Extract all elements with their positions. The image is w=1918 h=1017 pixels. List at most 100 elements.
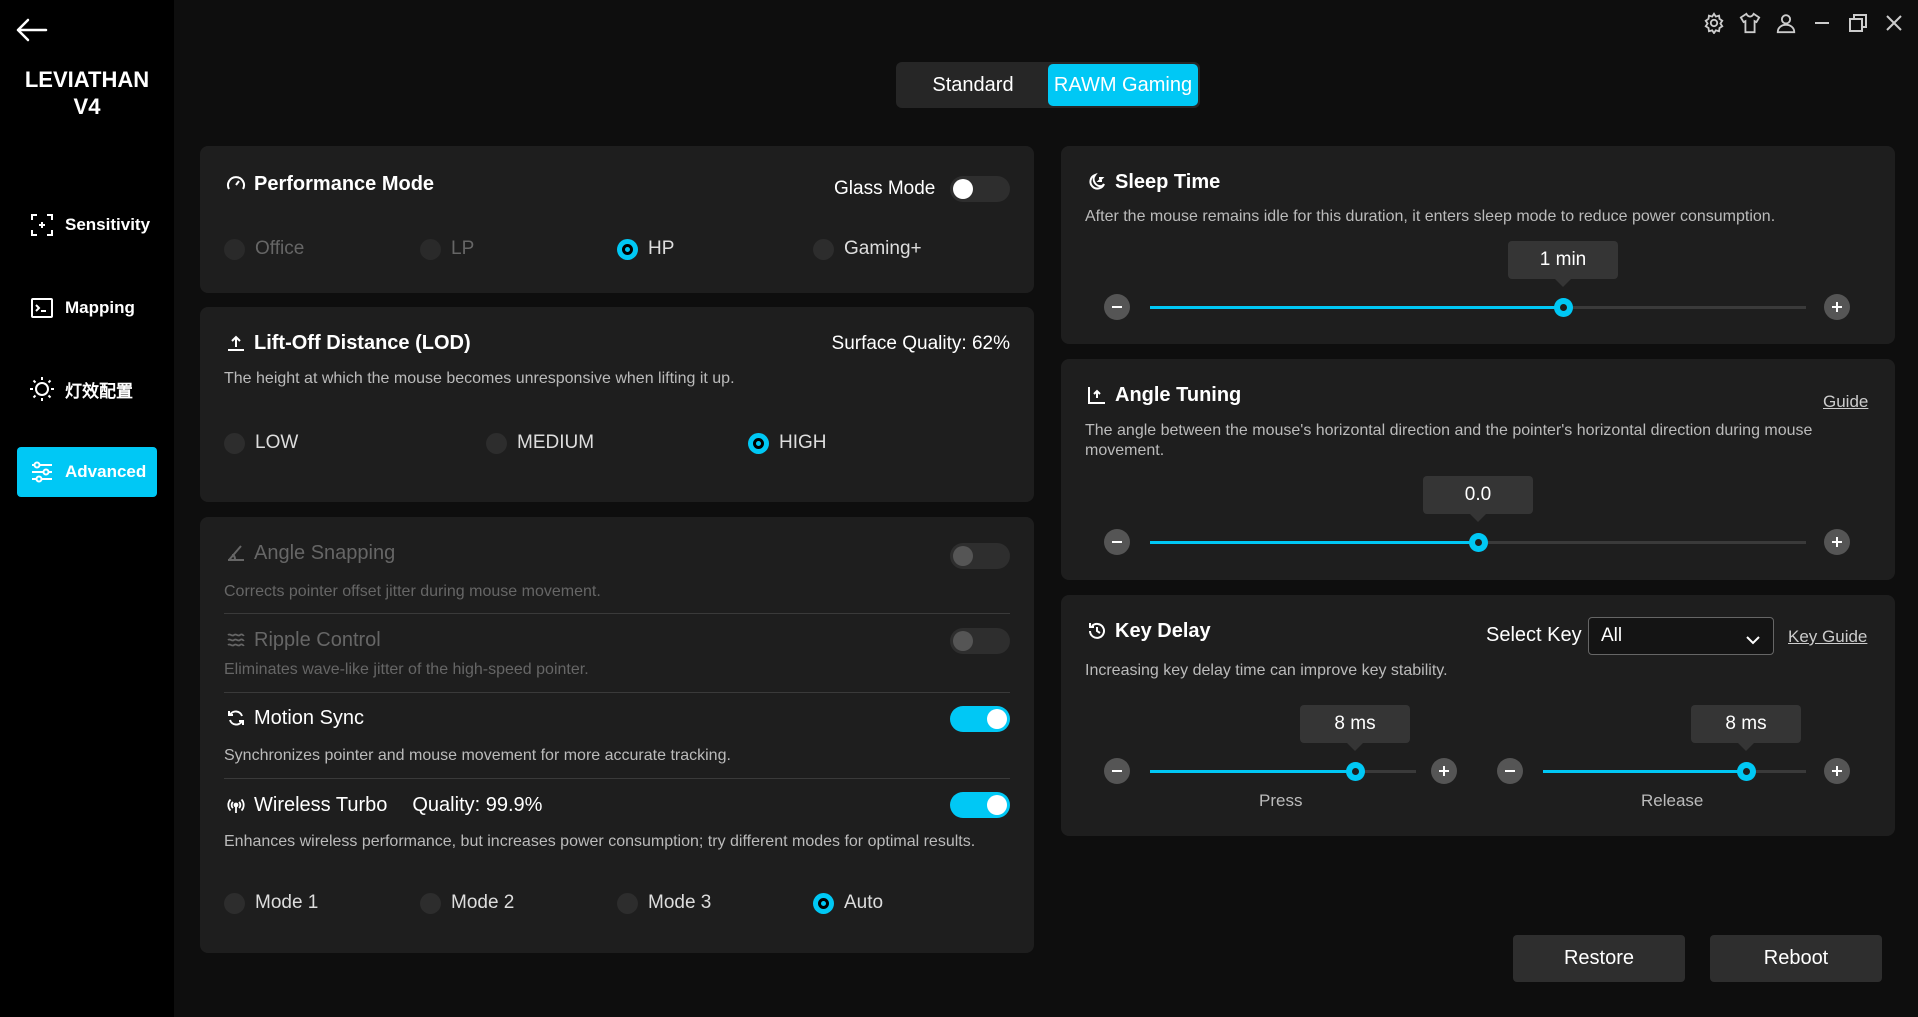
nav-label: 灯效配置 bbox=[65, 381, 133, 401]
angle-tuning-card: Angle Tuning Guide The angle between the… bbox=[1061, 359, 1895, 580]
settings-icon[interactable] bbox=[1701, 10, 1727, 36]
select-key-dropdown[interactable]: All bbox=[1588, 617, 1774, 655]
nav-item-sensitivity[interactable]: Sensitivity bbox=[17, 200, 157, 250]
slider-fill bbox=[1150, 770, 1355, 773]
radio-hp[interactable]: HP bbox=[617, 238, 674, 260]
lighting-icon bbox=[29, 376, 55, 402]
nav-item-advanced[interactable]: Advanced bbox=[17, 447, 157, 497]
ripple-control-description: Eliminates wave-like jitter of the high-… bbox=[224, 661, 589, 678]
sleep-time-title: Sleep Time bbox=[1085, 170, 1220, 194]
radio-auto[interactable]: Auto bbox=[813, 892, 883, 914]
radio-label: Office bbox=[255, 238, 305, 259]
release-plus-button[interactable] bbox=[1824, 758, 1850, 784]
radio-mode-2[interactable]: Mode 2 bbox=[420, 892, 514, 914]
key-guide-link[interactable]: Key Guide bbox=[1788, 627, 1867, 647]
glass-mode-label: Glass Mode bbox=[834, 178, 936, 199]
angle-snapping-label: Angle Snapping bbox=[254, 541, 396, 564]
nav-item-lighting[interactable]: 灯效配置 bbox=[17, 364, 157, 414]
sync-icon bbox=[224, 706, 248, 730]
guide-link[interactable]: Guide bbox=[1823, 392, 1868, 412]
wave-icon bbox=[224, 628, 248, 652]
brand-line1: LEVIATHAN bbox=[24, 67, 150, 92]
angle-tuning-slider[interactable]: 0.0 bbox=[1150, 476, 1806, 552]
close-icon[interactable] bbox=[1881, 10, 1907, 36]
radio-low[interactable]: LOW bbox=[224, 432, 298, 454]
ripple-control-label: Ripple Control bbox=[254, 628, 381, 651]
lod-label: Lift-Off Distance (LOD) bbox=[254, 331, 471, 354]
surface-quality: Surface Quality: 62% bbox=[831, 333, 1010, 354]
tab-rawm-gaming[interactable]: RAWM Gaming bbox=[1048, 64, 1198, 106]
brand-line2: V4 bbox=[73, 94, 101, 119]
minus-button[interactable] bbox=[1104, 529, 1130, 555]
advanced-icon bbox=[29, 459, 55, 485]
performance-mode-title: Performance Mode bbox=[224, 172, 434, 196]
wireless-turbo-title: Wireless Turbo Quality: 99.9% bbox=[224, 793, 542, 817]
restore-window-icon[interactable] bbox=[1845, 10, 1871, 36]
ripple-control-toggle[interactable] bbox=[950, 628, 1010, 654]
press-plus-button[interactable] bbox=[1431, 758, 1457, 784]
minus-button[interactable] bbox=[1104, 294, 1130, 320]
restore-button[interactable]: Restore bbox=[1513, 935, 1685, 982]
radio-high[interactable]: HIGH bbox=[748, 432, 827, 454]
key-delay-title: Key Delay bbox=[1085, 619, 1211, 643]
plus-button[interactable] bbox=[1824, 529, 1850, 555]
motion-sync-description: Synchronizes pointer and mouse movement … bbox=[224, 747, 731, 764]
slider-thumb[interactable] bbox=[1346, 762, 1365, 781]
tab-standard[interactable]: Standard bbox=[898, 64, 1048, 106]
slider-thumb[interactable] bbox=[1554, 298, 1573, 317]
slider-value: 0.0 bbox=[1423, 476, 1533, 522]
radio-office[interactable]: Office bbox=[224, 238, 304, 260]
nav-item-mapping[interactable]: Mapping bbox=[17, 283, 157, 333]
wireless-turbo-toggle[interactable] bbox=[950, 792, 1010, 818]
radio-gaming-plus[interactable]: Gaming+ bbox=[813, 238, 922, 260]
radio-label: MEDIUM bbox=[517, 432, 595, 453]
radio-label: Mode 3 bbox=[648, 892, 712, 913]
divider bbox=[224, 692, 1010, 693]
radio-medium[interactable]: MEDIUM bbox=[486, 432, 594, 454]
angle-snapping-toggle[interactable] bbox=[950, 543, 1010, 569]
ripple-control-title: Ripple Control bbox=[224, 628, 381, 652]
wireless-turbo-label: Wireless Turbo bbox=[254, 793, 388, 816]
shirt-icon[interactable] bbox=[1737, 10, 1763, 36]
radio-label: Auto bbox=[844, 892, 884, 913]
plus-button[interactable] bbox=[1824, 294, 1850, 320]
slider-fill bbox=[1150, 541, 1478, 544]
key-delay-description: Increasing key delay time can improve ke… bbox=[1085, 662, 1448, 679]
angle-tuning-description: The angle between the mouse's horizontal… bbox=[1085, 422, 1813, 459]
minimize-icon[interactable] bbox=[1809, 10, 1835, 36]
radio-mode-1[interactable]: Mode 1 bbox=[224, 892, 318, 914]
motion-sync-toggle[interactable] bbox=[950, 706, 1010, 732]
moon-icon bbox=[1085, 170, 1109, 194]
slider-fill bbox=[1150, 306, 1563, 309]
glass-mode-toggle[interactable] bbox=[950, 176, 1010, 202]
slider-thumb[interactable] bbox=[1469, 533, 1488, 552]
lod-card: Lift-Off Distance (LOD) Surface Quality:… bbox=[200, 307, 1034, 502]
release-label: Release bbox=[1641, 791, 1704, 810]
slider-value: 1 min bbox=[1508, 241, 1618, 287]
press-delay-slider[interactable]: 8 ms bbox=[1150, 705, 1416, 781]
sleep-time-slider[interactable]: 1 min bbox=[1150, 241, 1806, 317]
mapping-icon bbox=[29, 295, 55, 321]
radio-label: Gaming+ bbox=[844, 238, 922, 259]
features-card: Angle Snapping Corrects pointer offset j… bbox=[200, 517, 1034, 953]
angle-tuning-label: Angle Tuning bbox=[1115, 383, 1242, 406]
reboot-button[interactable]: Reboot bbox=[1710, 935, 1882, 982]
radio-lp[interactable]: LP bbox=[420, 238, 474, 260]
nav-label: Advanced bbox=[65, 462, 147, 481]
nav-label: Mapping bbox=[65, 298, 135, 317]
sensitivity-icon bbox=[29, 212, 55, 238]
wireless-turbo-description: Enhances wireless performance, but incre… bbox=[224, 833, 976, 850]
press-minus-button[interactable] bbox=[1104, 758, 1130, 784]
sleep-time-description: After the mouse remains idle for this du… bbox=[1085, 208, 1776, 225]
angle-snapping-description: Corrects pointer offset jitter during mo… bbox=[224, 583, 601, 600]
motion-sync-title: Motion Sync bbox=[224, 706, 364, 730]
sleep-time-card: Sleep Time After the mouse remains idle … bbox=[1061, 146, 1895, 344]
back-arrow-icon[interactable] bbox=[14, 14, 50, 46]
radio-label: Mode 2 bbox=[451, 892, 515, 913]
radio-mode-3[interactable]: Mode 3 bbox=[617, 892, 711, 914]
user-icon[interactable] bbox=[1773, 10, 1799, 36]
release-minus-button[interactable] bbox=[1497, 758, 1523, 784]
gauge-icon bbox=[224, 172, 248, 196]
release-delay-slider[interactable]: 8 ms bbox=[1543, 705, 1806, 781]
slider-thumb[interactable] bbox=[1737, 762, 1756, 781]
